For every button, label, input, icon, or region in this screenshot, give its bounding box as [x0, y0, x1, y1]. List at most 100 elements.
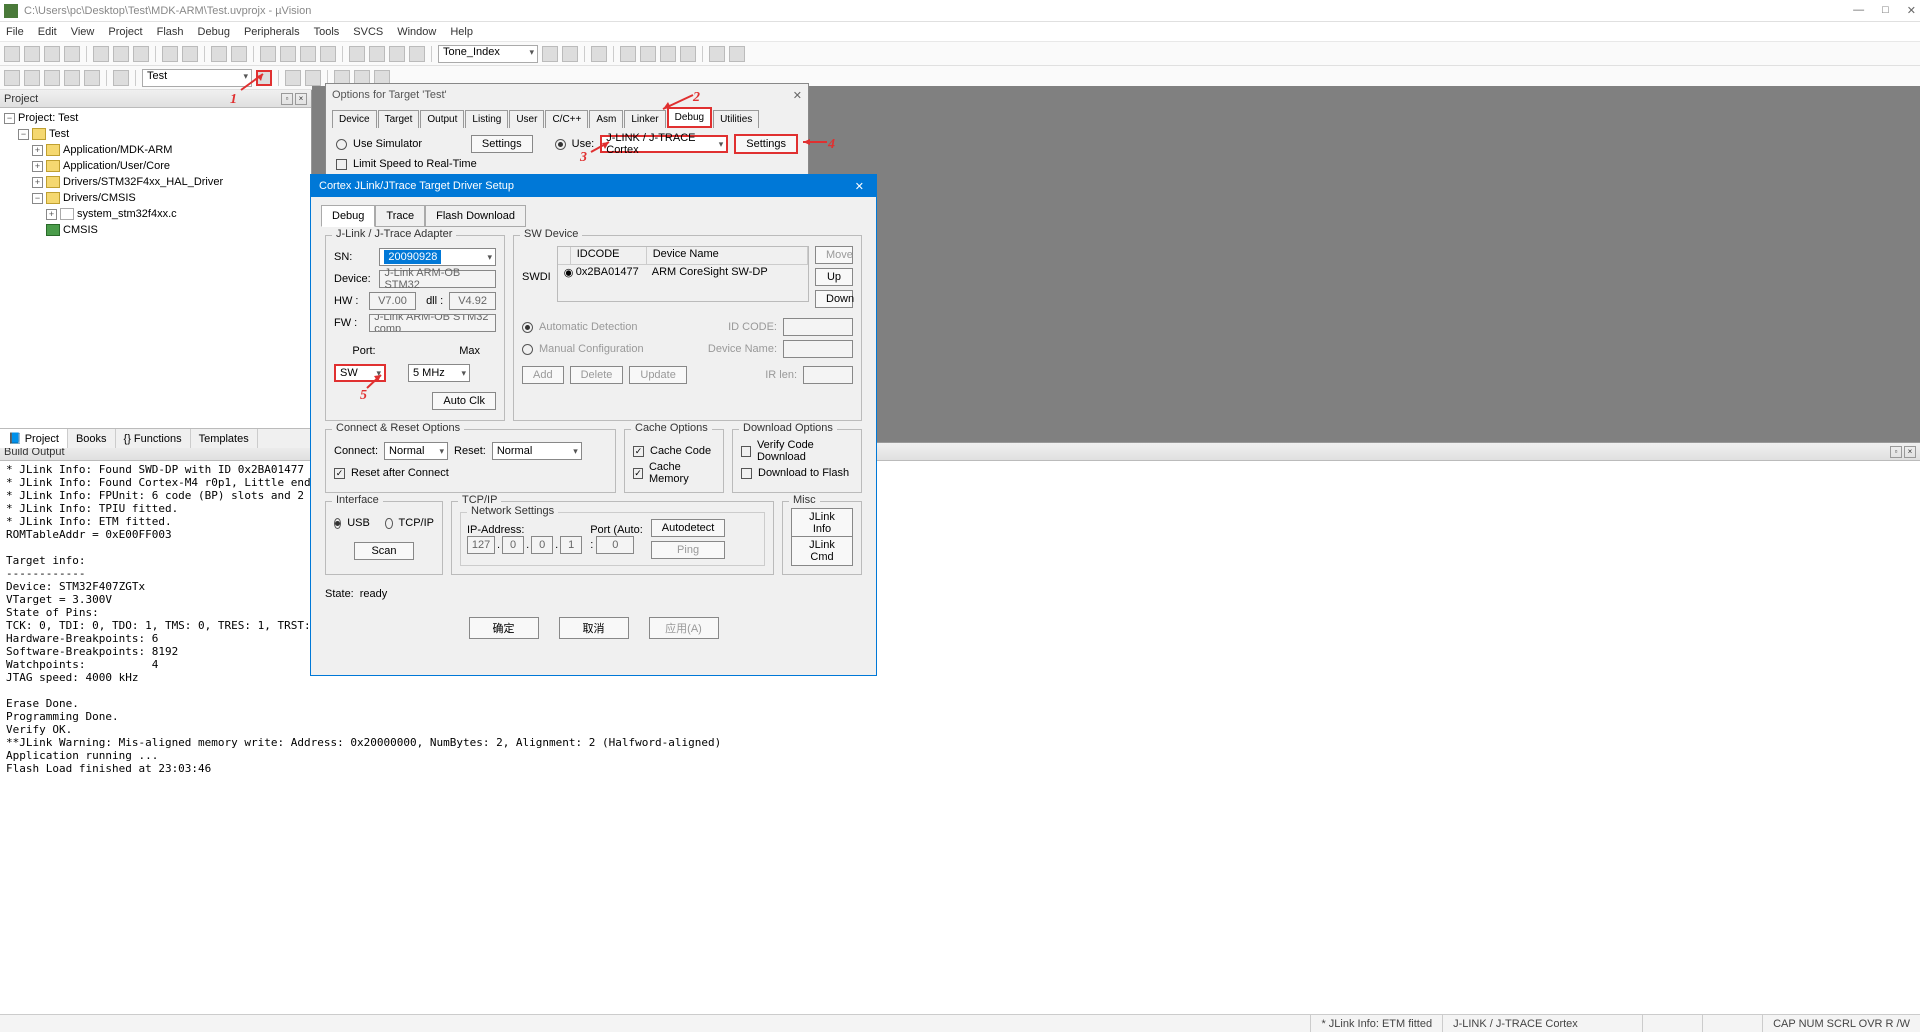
menu-debug[interactable]: Debug	[198, 26, 230, 38]
tree-group[interactable]: Application/User/Core	[63, 160, 170, 172]
tab-target[interactable]: Target	[378, 110, 420, 128]
menu-svcs[interactable]: SVCS	[353, 26, 383, 38]
tab-listing[interactable]: Listing	[465, 110, 508, 128]
sw-idcode[interactable]: 0x2BA01477	[570, 265, 646, 283]
brk-insert-icon[interactable]	[620, 46, 636, 62]
panel-pin-icon[interactable]: ▫	[281, 93, 293, 105]
bo-close-icon[interactable]: ×	[1904, 446, 1916, 458]
tree-cmsis[interactable]: CMSIS	[63, 224, 98, 236]
brk-enable-icon[interactable]	[640, 46, 656, 62]
tab-project[interactable]: 📘 Project	[0, 429, 68, 448]
tab-asm[interactable]: Asm	[589, 110, 623, 128]
ok-button[interactable]: 确定	[469, 617, 539, 639]
menu-peripherals[interactable]: Peripherals	[244, 26, 300, 38]
bookmark-clear-icon[interactable]	[320, 46, 336, 62]
outdent-icon[interactable]	[369, 46, 385, 62]
tree-group[interactable]: Drivers/STM32F4xx_HAL_Driver	[63, 176, 223, 188]
options-close-icon[interactable]: ✕	[793, 89, 802, 102]
debug-icon[interactable]	[591, 46, 607, 62]
port-combo[interactable]: SW	[334, 364, 386, 382]
settings-left-button[interactable]: Settings	[471, 135, 533, 153]
tree-group[interactable]: Drivers/CMSIS	[63, 192, 136, 204]
cache-code-checkbox[interactable]: ✓	[633, 446, 644, 457]
jlink-tab-flash[interactable]: Flash Download	[425, 205, 526, 227]
tree-target[interactable]: Test	[49, 128, 69, 140]
tab-debug[interactable]: Debug	[667, 107, 712, 128]
brk-disable-icon[interactable]	[660, 46, 676, 62]
settings-right-button[interactable]: Settings	[734, 134, 798, 154]
stop-build-icon[interactable]	[84, 70, 100, 86]
function-combo[interactable]: Tone_Index	[438, 45, 538, 63]
indent-icon[interactable]	[349, 46, 365, 62]
paste-icon[interactable]	[133, 46, 149, 62]
copy-icon[interactable]	[113, 46, 129, 62]
tab-templates[interactable]: Templates	[191, 429, 258, 448]
bookmark-icon[interactable]	[260, 46, 276, 62]
scan-button[interactable]: Scan	[354, 542, 414, 560]
bookmark-prev-icon[interactable]	[300, 46, 316, 62]
reset-combo[interactable]: Normal	[492, 442, 582, 460]
use-driver-radio[interactable]	[555, 139, 566, 150]
tree-file[interactable]: system_stm32f4xx.c	[77, 208, 177, 220]
limit-speed-checkbox[interactable]	[336, 159, 347, 170]
auto-clk-button[interactable]: Auto Clk	[432, 392, 496, 410]
reset-after-checkbox[interactable]: ✓	[334, 468, 345, 479]
tab-cpp[interactable]: C/C++	[545, 110, 588, 128]
project-tree[interactable]: −Project: Test −Test +Application/MDK-AR…	[0, 108, 311, 428]
down-button[interactable]: Down	[815, 290, 853, 308]
panel-close-icon[interactable]: ×	[295, 93, 307, 105]
comment-icon[interactable]	[389, 46, 405, 62]
bo-pin-icon[interactable]: ▫	[1890, 446, 1902, 458]
find2-icon[interactable]	[562, 46, 578, 62]
connect-combo[interactable]: Normal	[384, 442, 448, 460]
maximize-button[interactable]: □	[1882, 4, 1889, 17]
nav-back-icon[interactable]	[211, 46, 227, 62]
saveall-icon[interactable]	[64, 46, 80, 62]
use-simulator-radio[interactable]	[336, 139, 347, 150]
nav-fwd-icon[interactable]	[231, 46, 247, 62]
usb-radio[interactable]	[334, 518, 341, 529]
jlink-close-icon[interactable]: ✕	[851, 180, 868, 193]
uncomment-icon[interactable]	[409, 46, 425, 62]
window-icon[interactable]	[709, 46, 725, 62]
save-icon[interactable]	[44, 46, 60, 62]
jlink-tab-trace[interactable]: Trace	[375, 205, 425, 227]
tab-device[interactable]: Device	[332, 110, 377, 128]
download-icon[interactable]	[113, 70, 129, 86]
sn-field[interactable]: 20090928	[384, 250, 441, 264]
minimize-button[interactable]: —	[1853, 4, 1864, 17]
dl-flash-checkbox[interactable]	[741, 468, 752, 479]
cancel-button[interactable]: 取消	[559, 617, 629, 639]
max-combo[interactable]: 5 MHz	[408, 364, 470, 382]
menu-window[interactable]: Window	[397, 26, 436, 38]
build-output-text[interactable]: * JLink Info: Found SWD-DP with ID 0x2BA…	[0, 461, 1920, 1014]
menu-flash[interactable]: Flash	[157, 26, 184, 38]
close-button[interactable]: ✕	[1907, 4, 1916, 17]
brk-kill-icon[interactable]	[680, 46, 696, 62]
tab-linker[interactable]: Linker	[624, 110, 665, 128]
bookmark-next-icon[interactable]	[280, 46, 296, 62]
menu-file[interactable]: File	[6, 26, 24, 38]
jlink-tab-debug[interactable]: Debug	[321, 205, 375, 227]
menu-help[interactable]: Help	[450, 26, 473, 38]
cache-mem-checkbox[interactable]: ✓	[633, 468, 643, 479]
build-icon[interactable]	[24, 70, 40, 86]
tab-functions[interactable]: {} Functions	[116, 429, 191, 448]
menu-tools[interactable]: Tools	[314, 26, 340, 38]
new-icon[interactable]	[4, 46, 20, 62]
up-button[interactable]: Up	[815, 268, 853, 286]
find1-icon[interactable]	[542, 46, 558, 62]
tab-output[interactable]: Output	[420, 110, 464, 128]
tab-user[interactable]: User	[509, 110, 544, 128]
undo-icon[interactable]	[162, 46, 178, 62]
cut-icon[interactable]	[93, 46, 109, 62]
jlink-info-button[interactable]: JLink Info	[791, 508, 853, 538]
manage-icon[interactable]	[285, 70, 301, 86]
translate-icon[interactable]	[4, 70, 20, 86]
options-for-target-icon[interactable]	[256, 70, 272, 86]
tree-root[interactable]: Project: Test	[18, 112, 78, 124]
menu-edit[interactable]: Edit	[38, 26, 57, 38]
jlink-cmd-button[interactable]: JLink Cmd	[791, 536, 853, 566]
tree-group[interactable]: Application/MDK-ARM	[63, 144, 172, 156]
rebuild-icon[interactable]	[44, 70, 60, 86]
